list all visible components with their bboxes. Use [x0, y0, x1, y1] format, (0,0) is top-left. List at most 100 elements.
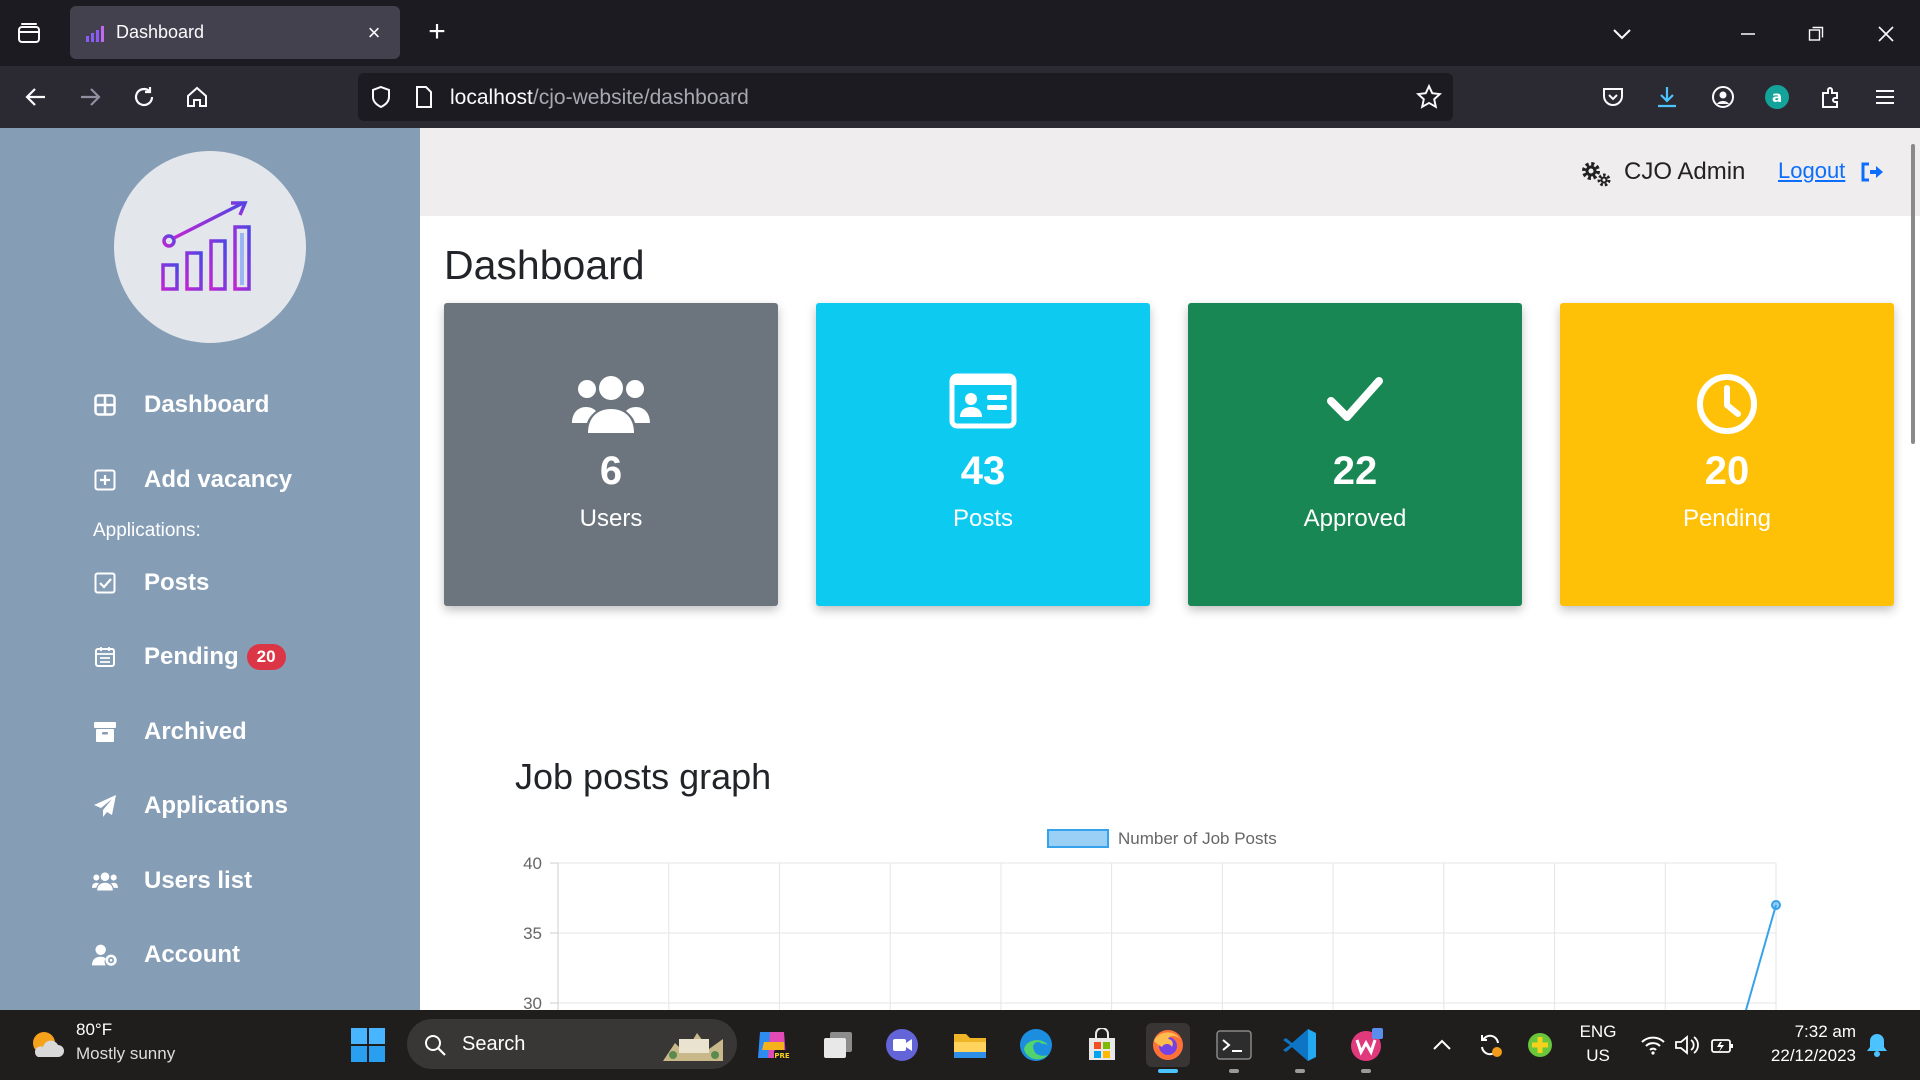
archive-box-icon [92, 719, 118, 745]
bookmark-star-icon[interactable] [1416, 84, 1442, 110]
clock-date[interactable]: 22/12/2023 [1746, 1046, 1856, 1066]
windows-taskbar: 80°F Mostly sunny Search PRE ENG US 7:32… [0, 1010, 1920, 1080]
sidebar-item-label: Account [144, 941, 240, 968]
users-stat-card[interactable]: 6 Users [444, 303, 778, 606]
start-button[interactable] [346, 1023, 390, 1067]
browser-nav-bar: localhost/cjo-website/dashboard a [0, 66, 1920, 128]
svg-text:a: a [1772, 88, 1782, 106]
sidebar-item-account[interactable]: Account [92, 935, 240, 975]
wps-office-icon[interactable] [1344, 1023, 1388, 1073]
back-arrow-icon[interactable] [19, 80, 53, 114]
tab-dashboard[interactable]: Dashboard × [70, 6, 400, 59]
clock-time[interactable]: 7:32 am [1756, 1022, 1856, 1042]
running-app-indicator [1295, 1069, 1305, 1073]
shield-icon[interactable] [370, 85, 392, 109]
gears-icon [1582, 162, 1611, 187]
posts-count: 43 [960, 449, 1006, 493]
sidebar-item-add-vacancy[interactable]: Add vacancy [92, 460, 292, 500]
vscode-icon[interactable] [1278, 1023, 1322, 1073]
microsoft-store-icon[interactable] [1080, 1023, 1124, 1067]
pending-stat-card[interactable]: 20 Pending [1560, 303, 1894, 606]
volume-icon[interactable] [1674, 1034, 1700, 1056]
weather-sunny-icon[interactable] [28, 1029, 64, 1061]
sidebar-item-label: Users list [144, 867, 253, 894]
battery-charging-icon[interactable] [1710, 1034, 1736, 1056]
new-tab-button[interactable]: + [420, 16, 454, 50]
language-line1[interactable]: ENG [1578, 1022, 1618, 1042]
amazon-extension-icon[interactable]: a [1760, 80, 1794, 114]
show-hidden-icons-chevron-icon[interactable] [1420, 1023, 1464, 1067]
running-app-indicator [1361, 1069, 1371, 1073]
address-bar[interactable]: localhost/cjo-website/dashboard [358, 73, 1453, 121]
search-label: Search [462, 1033, 526, 1055]
url-path: /cjo-website/dashboard [532, 86, 749, 109]
sidebar-item-pending[interactable]: Pending 20 [92, 637, 286, 677]
tab-dropdown-icon[interactable] [1604, 16, 1640, 52]
users-count: 6 [599, 449, 623, 493]
forward-arrow-icon[interactable] [73, 80, 107, 114]
y-tick-label: 40 [523, 854, 542, 873]
home-icon[interactable] [180, 80, 214, 114]
tab-close-icon[interactable]: × [362, 20, 386, 46]
check-icon [1327, 377, 1383, 421]
calendar-list-icon [92, 644, 118, 670]
url-text[interactable]: localhost/cjo-website/dashboard [450, 86, 749, 110]
graph-title: Job posts graph [515, 756, 772, 797]
web-page: Dashboard Add vacancy Applications: Post… [0, 128, 1920, 1010]
logout-icon[interactable] [1860, 161, 1884, 183]
sidebar-item-users-list[interactable]: Users list [92, 861, 252, 901]
close-window-button[interactable] [1868, 16, 1904, 52]
minimize-button[interactable] [1730, 16, 1766, 52]
sync-tray-icon[interactable] [1468, 1023, 1512, 1067]
grid-icon [92, 392, 118, 418]
edge-browser-icon[interactable] [1014, 1023, 1058, 1067]
svg-text:PRE: PRE [774, 1052, 790, 1060]
sidebar-item-applications[interactable]: Applications [92, 786, 288, 826]
green-tray-app-icon[interactable] [1518, 1023, 1562, 1067]
sidebar-item-archived[interactable]: Archived [92, 712, 247, 752]
sidebar-item-label: Archived [144, 718, 247, 745]
sidebar-item-dashboard[interactable]: Dashboard [92, 385, 269, 425]
windows-logo-icon [351, 1028, 385, 1062]
sidebar: Dashboard Add vacancy Applications: Post… [0, 128, 420, 1010]
page-scrollbar[interactable] [1911, 144, 1915, 444]
weather-description: Mostly sunny [76, 1044, 176, 1063]
downloads-icon[interactable] [1650, 80, 1684, 114]
users-icon [572, 376, 650, 433]
restore-button[interactable] [1798, 16, 1834, 52]
page-title: Dashboard [444, 242, 645, 288]
growth-chart-logo-icon [161, 201, 251, 291]
chart-favicon-icon [86, 25, 104, 42]
sidebar-item-posts[interactable]: Posts [92, 563, 209, 603]
logout-link[interactable]: Logout [1778, 158, 1845, 184]
legend-label: Number of Job Posts [1118, 829, 1277, 848]
running-app-indicator [1229, 1069, 1239, 1073]
firefox-app-icon[interactable] [1146, 1023, 1190, 1073]
pending-label: Pending [1682, 505, 1772, 532]
reload-icon[interactable] [127, 80, 161, 114]
language-line2[interactable]: US [1578, 1046, 1618, 1066]
legend-swatch [1047, 829, 1109, 848]
pocket-icon[interactable] [1596, 80, 1630, 114]
search-highlight-image-icon [663, 1033, 723, 1061]
wifi-icon[interactable] [1640, 1034, 1666, 1056]
data-point [1771, 900, 1781, 910]
task-view-icon[interactable] [816, 1023, 860, 1067]
menu-hamburger-icon[interactable] [1868, 80, 1902, 114]
users-label: Users [579, 505, 643, 532]
tab-list-icon[interactable] [14, 18, 44, 48]
pending-count-badge: 20 [246, 644, 286, 670]
teams-meet-icon[interactable] [880, 1023, 924, 1067]
approved-stat-card[interactable]: 22 Approved [1188, 303, 1522, 606]
posts-stat-card[interactable]: 43 Posts [816, 303, 1150, 606]
copilot-app-icon[interactable]: PRE [750, 1023, 794, 1067]
taskbar-search[interactable]: Search [407, 1019, 737, 1069]
file-explorer-icon[interactable] [948, 1023, 992, 1067]
plus-square-icon [92, 467, 118, 493]
site-logo[interactable] [114, 151, 306, 343]
terminal-icon[interactable] [1212, 1023, 1256, 1073]
extensions-icon[interactable] [1814, 80, 1848, 114]
account-icon[interactable] [1706, 80, 1740, 114]
url-host: localhost [450, 86, 533, 109]
notification-bell-icon[interactable] [1866, 1032, 1888, 1058]
